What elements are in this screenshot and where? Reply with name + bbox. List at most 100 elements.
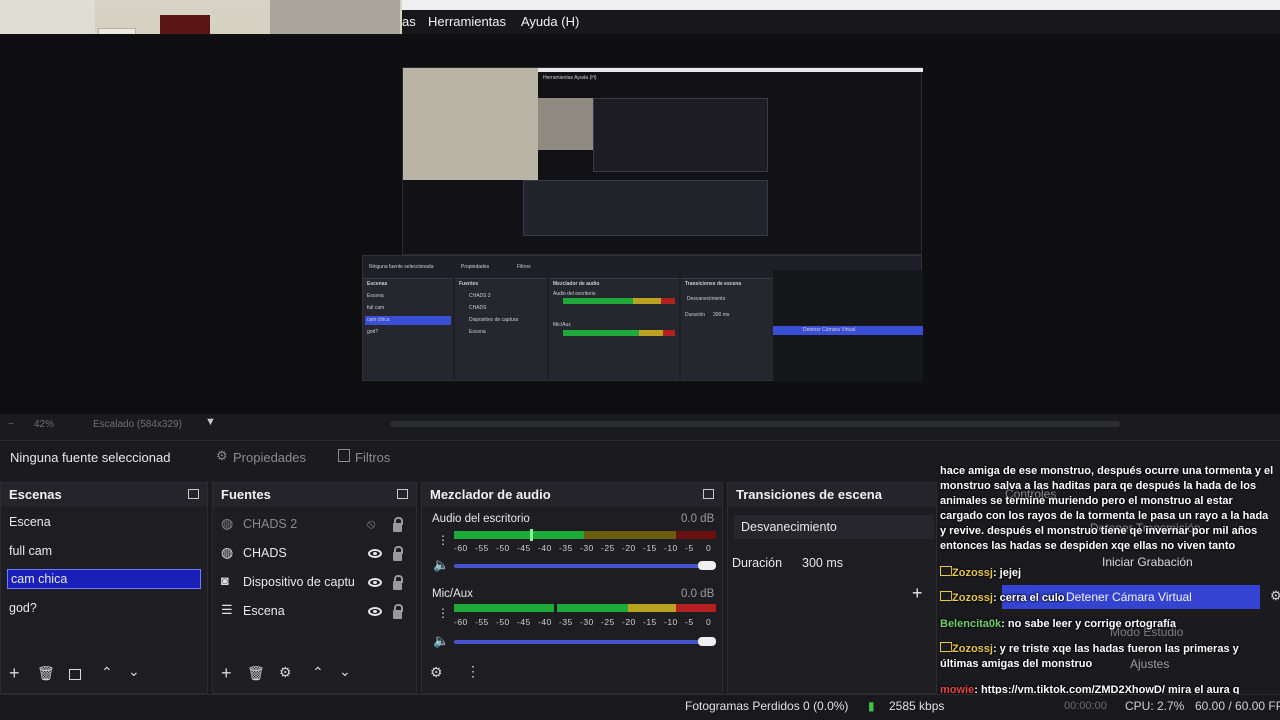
meter-red [676,604,716,612]
filters-button[interactable]: Filtros [338,447,408,467]
db-scale-tick: -60 [454,543,468,553]
filter-icon [338,449,350,462]
eye-icon[interactable] [368,607,382,616]
trash-icon[interactable]: 🗑 [37,665,55,682]
duration-label: Duración [732,556,783,570]
gear-icon[interactable]: ⚙ [279,664,292,681]
volume-slider[interactable] [454,640,714,644]
crown-badge-icon [940,591,952,601]
nested-scenes-title: Escenas [367,281,388,287]
scene-item-selected[interactable]: cam chica [11,572,67,586]
source-item[interactable]: ◍ CHADS 2 ⦸ [221,515,411,533]
filter-icon[interactable] [69,669,81,680]
channel-db: 0.0 dB [681,513,715,525]
scenes-title: Escenas [1,483,207,507]
signal-icon: ▮ [868,699,875,713]
eye-icon[interactable] [368,549,382,558]
lock-icon[interactable] [393,517,403,532]
lock-icon[interactable] [393,575,403,590]
db-scale-tick: -40 [538,617,552,627]
chat-text: : cerra el culo [992,592,1065,604]
more-vertical-icon[interactable]: ⋮ [437,606,449,620]
nested-props-label: Propiedades [461,264,490,270]
stream-time: 00:00:00 [1064,700,1107,712]
db-scale-tick: -50 [496,543,510,553]
nested-virtual-cam: Detener Cámara Virtual [803,327,856,333]
dropped-frames: Fotogramas Perdidos 0 (0.0%) [685,699,849,713]
filters-label: Filtros [355,450,391,465]
chat-text: : jejej [992,567,1022,579]
eye-icon[interactable] [368,578,382,587]
move-up-icon[interactable]: ⌃ [312,664,324,681]
fps: 60.00 / 60.00 FPS [1195,699,1280,713]
lock-icon[interactable] [393,604,403,619]
volume-icon[interactable]: 🔈 [433,557,449,573]
volume-slider[interactable] [454,564,714,568]
db-scale-tick: 0 [706,617,712,627]
more-vertical-icon[interactable]: ⋮ [466,663,480,680]
menu-item-partial[interactable]: as [402,14,416,29]
dock-float-icon[interactable] [397,489,408,499]
nested-scene: full cam [367,305,385,311]
scaling-dropdown-icon[interactable]: ▼ [205,416,216,428]
volume-slider-knob[interactable] [698,561,716,570]
db-scale-tick: -20 [622,543,636,553]
scenes-dock: Escenas Escena full cam cam chica god? +… [0,482,208,694]
db-scale: -60 -55 -50 -45 -40 -35 -30 -25 -20 -15 -10 -5 0 [454,543,718,555]
zoom-minus-icon[interactable]: − [8,419,14,430]
duration-input[interactable]: 300 ms [802,556,843,570]
volume-icon[interactable]: 🔈 [433,633,449,649]
camera-icon: ◙ [221,573,229,588]
nested-source: Escena [469,329,486,335]
db-scale-tick: -25 [601,543,615,553]
trash-icon[interactable]: 🗑 [247,665,265,682]
scene-item[interactable]: full cam [9,544,52,558]
eye-hidden-icon[interactable]: ⦸ [367,516,375,532]
meter-yellow [628,604,676,612]
nested-transitions-panel [681,278,773,380]
nested-preview-lower: Ninguna fuente seleccionada Propiedades … [362,255,923,382]
sources-title: Fuentes [213,483,416,507]
nested-mixer-title: Mezclador de audio [553,281,600,287]
nested-scene: god? [367,329,379,335]
db-scale-tick: -40 [538,543,552,553]
menu-item-tools[interactable]: Herramientas [428,14,506,29]
nested-scene: cam chica [367,317,390,323]
dock-float-icon[interactable] [188,489,199,499]
move-down-icon[interactable]: ⌄ [339,663,351,680]
source-label: Dispositivo de captu [243,575,355,589]
meter-yellow [584,531,676,539]
menu-item-help[interactable]: Ayuda (H) [521,14,579,29]
preview-scrollbar[interactable] [390,421,1120,427]
scene-item[interactable]: god? [9,601,37,615]
add-scene-icon[interactable]: + [9,663,20,684]
properties-label: Propiedades [233,450,306,465]
move-down-icon[interactable]: ⌄ [128,663,140,680]
db-scale-tick: -45 [517,543,531,553]
more-vertical-icon[interactable]: ⋮ [437,533,449,547]
gear-icon[interactable]: ⚙ [430,664,443,681]
source-item[interactable]: ☰ Escena [221,602,411,620]
transition-select[interactable]: Desvanecimiento [734,515,934,539]
zoom-level: 42% [34,419,55,430]
move-up-icon[interactable]: ⌃ [101,664,113,681]
add-transition-icon[interactable]: + [912,583,923,604]
nested-filters-label: Filtros [517,264,531,270]
dock-float-icon[interactable] [703,489,714,499]
add-source-icon[interactable]: + [221,663,232,684]
nested-desktop-audio: Audio del escritorio [553,291,596,297]
properties-button[interactable]: ⚙ Propiedades [216,447,318,467]
db-scale-tick: -25 [601,617,615,627]
lock-icon[interactable] [393,546,403,561]
chat-username: Zozossj [952,567,993,579]
db-scale-tick: -55 [475,617,489,627]
volume-slider-knob[interactable] [698,637,716,646]
source-item[interactable]: ◙ Dispositivo de captu [221,573,411,591]
nested-sources-title: Fuentes [459,281,479,287]
source-item[interactable]: ◍ CHADS [221,544,411,562]
scene-item[interactable]: Escena [9,515,51,529]
gear-icon: ⚙ [216,448,228,463]
mixer-title: Mezclador de audio [422,483,722,507]
nested-transitions-title: Transiciones de escena [685,281,742,287]
db-scale-tick: -15 [643,543,657,553]
